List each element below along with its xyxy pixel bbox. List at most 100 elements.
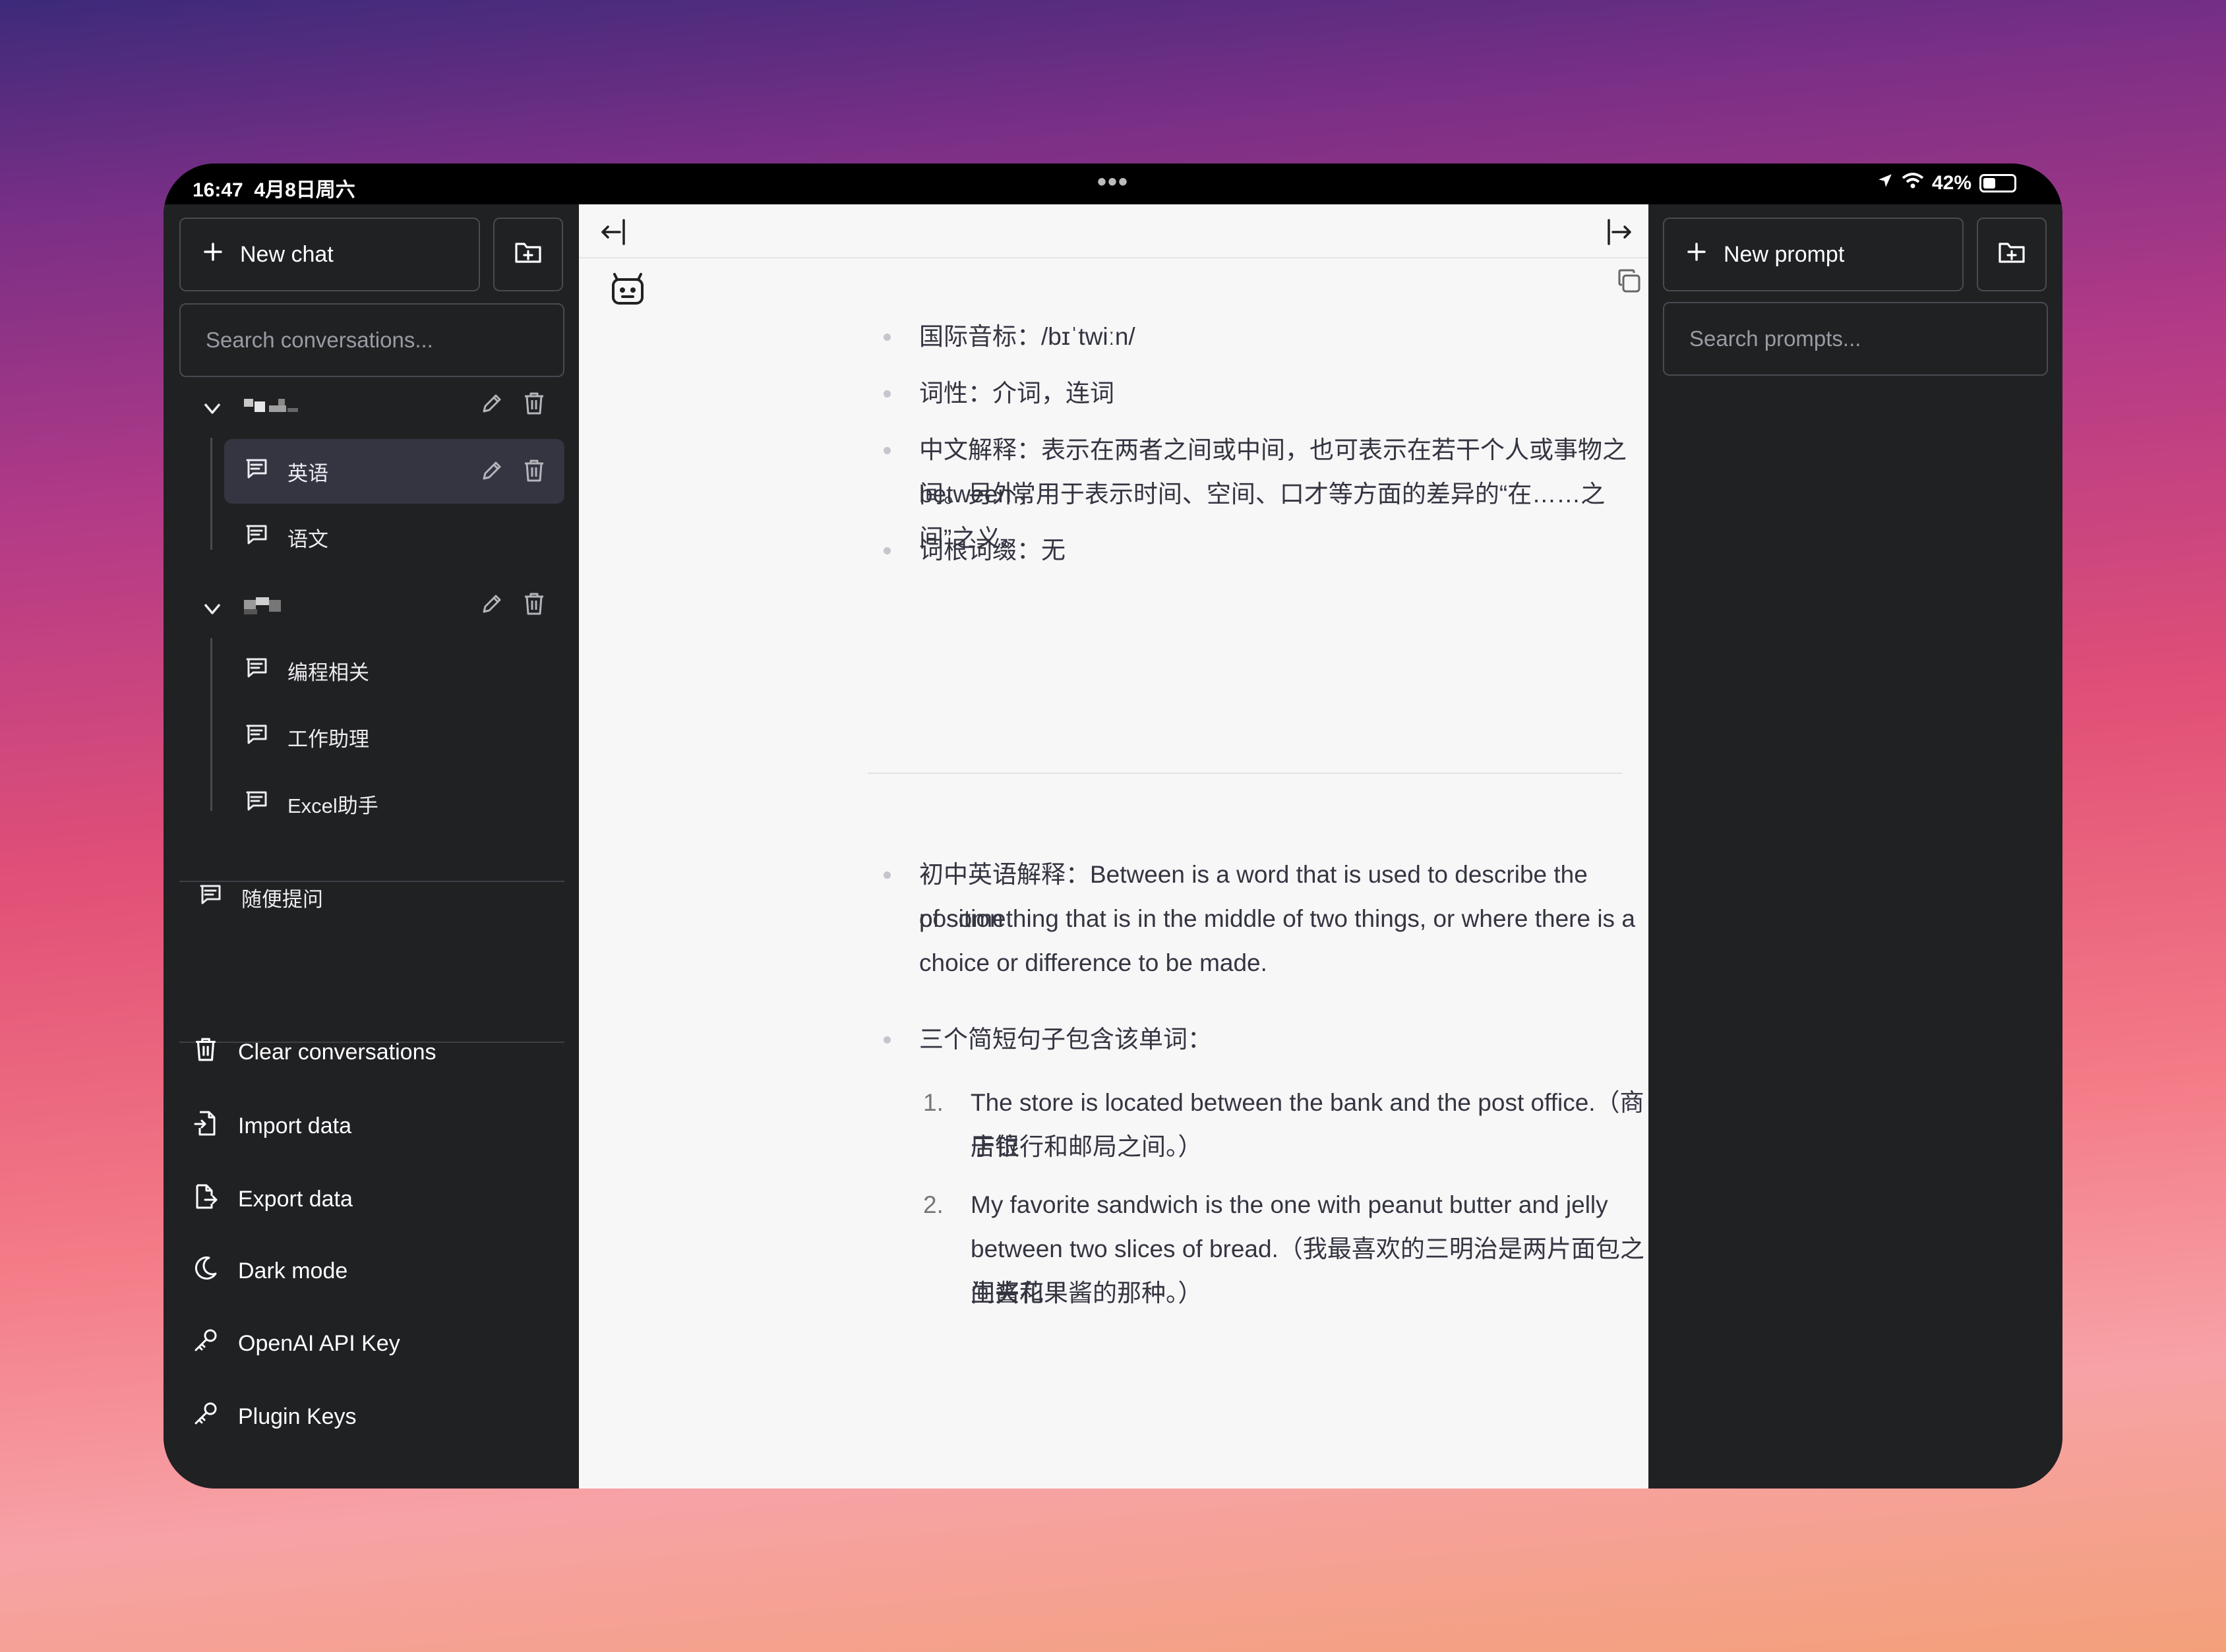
plugin-keys-button[interactable]: Plugin Keys [193,1401,357,1433]
part-of-speech-line: 词性：介词，连词 [919,371,1114,415]
wifi-icon [1902,172,1924,194]
dark-mode-toggle[interactable]: Dark mode [193,1255,347,1287]
bullet [884,547,891,554]
label: 词性： [919,380,992,407]
conversation-item-excel[interactable]: Excel助手 [244,788,378,819]
copy-icon[interactable] [1615,268,1643,299]
multitask-dots-icon[interactable]: ••• [1097,167,1129,197]
root-affix-line: 词根词缀：无 [919,528,1066,572]
time-text: 16:47 [193,179,243,201]
conversation-label: Excel助手 [287,794,378,817]
message-icon [244,522,269,552]
conversation-label: 随便提问 [241,887,323,911]
delete-folder-2-trash-icon[interactable] [523,591,545,620]
folder-toggle-2[interactable] [203,597,222,621]
bullet [884,390,891,398]
export-data-button[interactable]: Export data [193,1183,353,1216]
key-icon [193,1328,218,1360]
list-number: 2. [923,1191,944,1218]
message-icon [244,456,269,487]
plus-icon [203,242,223,268]
conversation-item-casual[interactable]: 随便提问 [198,882,323,912]
delete-conversation-trash-icon[interactable] [523,458,545,487]
message-icon [198,882,223,912]
battery-icon [1979,174,2016,192]
search-conversations-input[interactable]: Search conversations... [179,303,564,377]
menu-label: Import data [238,1113,351,1138]
edit-folder-2-pencil-icon[interactable] [480,592,504,619]
label: 词根词缀： [919,537,1041,564]
menu-label: Dark mode [238,1258,348,1283]
folder-plus-icon [514,239,543,271]
explain-line2: of something that is in the middle of tw… [919,905,1635,932]
edit-conversation-pencil-icon[interactable] [480,459,504,486]
value: 介词，连词 [992,380,1114,407]
conversation-label: 英语 [287,461,328,485]
status-bar: 16:47 4月8日周六 ••• 42% [164,163,2062,204]
explain-line3: choice or difference to be made. [919,949,1267,976]
trash-icon [193,1036,218,1069]
caret-down-icon [203,397,222,421]
file-export-icon [193,1183,218,1216]
message-icon [244,655,269,686]
clear-conversations-button[interactable]: Clear conversations [193,1036,436,1069]
menu-label: OpenAI API Key [238,1331,400,1356]
sentence2-line1: My favorite sandwich is the one with pea… [971,1191,1608,1218]
conversation-label: 编程相关 [287,661,369,684]
moon-icon [193,1255,218,1287]
delete-folder-1-trash-icon[interactable] [523,391,545,419]
new-chat-button[interactable]: New chat [179,218,480,291]
bullet [884,1036,891,1044]
conversation-item-programming[interactable]: 编程相关 [244,655,369,686]
message-icon [244,722,269,752]
conversation-item-english[interactable]: 英语 [244,456,328,487]
battery-percent: 42% [1931,172,1971,194]
location-icon [1877,172,1894,194]
file-import-icon [193,1109,218,1143]
bullet [884,334,891,341]
menu-label: Plugin Keys [238,1404,357,1429]
phonetic-line: 国际音标：/bɪˈtwiːn/ [919,314,1135,359]
folder-toggle-1[interactable] [203,397,222,421]
value: 无 [1041,537,1066,564]
folder-plus-icon [1997,239,2026,271]
menu-label: Clear conversations [238,1040,436,1065]
folder-2-guide-line [210,638,212,811]
edit-folder-1-pencil-icon[interactable] [480,392,504,419]
conversation-item-work-assistant[interactable]: 工作助理 [244,722,369,752]
message-icon [244,788,269,819]
plus-icon [1687,242,1706,268]
collapse-right-sidebar-icon[interactable] [1605,218,1638,250]
conversation-label: 工作助理 [287,727,369,751]
label: 国际音标： [919,323,1041,350]
conversations-sidebar: New chat Search conversations... 英语 语文 编… [164,204,579,1489]
conversation-item-chinese[interactable]: 语文 [244,522,328,552]
status-right: 42% [1877,172,2016,194]
key-icon [193,1401,218,1433]
date-text: 4月8日周六 [254,179,355,201]
value: /bɪˈtwiːn/ [1041,323,1135,350]
header-divider [579,257,1648,258]
sentence1-line2: 于银行和邮局之间。） [971,1133,1203,1160]
chat-panel: 国际音标：/bɪˈtwiːn/ 词性：介词，连词 中文解释：表示在两者之间或中间… [579,204,1648,1489]
caret-down-icon [203,597,222,621]
bullet [884,871,891,879]
sentence2-line3: 生酱和果酱的那种。） [971,1280,1203,1307]
new-folder-button[interactable] [493,218,563,291]
list-number: 1. [923,1089,944,1116]
openai-api-key-button[interactable]: OpenAI API Key [193,1328,400,1360]
import-data-button[interactable]: Import data [193,1109,351,1143]
new-prompt-button[interactable]: New prompt [1663,218,1964,291]
robot-icon [608,269,647,312]
bullet [884,447,891,454]
status-time: 16:47 4月8日周六 [193,173,355,202]
new-chat-label: New chat [240,241,334,267]
new-prompt-label: New prompt [1724,241,1845,267]
new-prompt-folder-button[interactable] [1977,218,2047,291]
search-prompts-input[interactable]: Search prompts... [1663,302,2048,376]
conversation-label: 语文 [287,527,328,551]
collapse-left-sidebar-icon[interactable] [599,218,632,250]
message-divider [868,773,1622,774]
folder-1-guide-line [210,438,212,550]
tablet-frame: 16:47 4月8日周六 ••• 42% New chat Search con… [164,163,2062,1489]
